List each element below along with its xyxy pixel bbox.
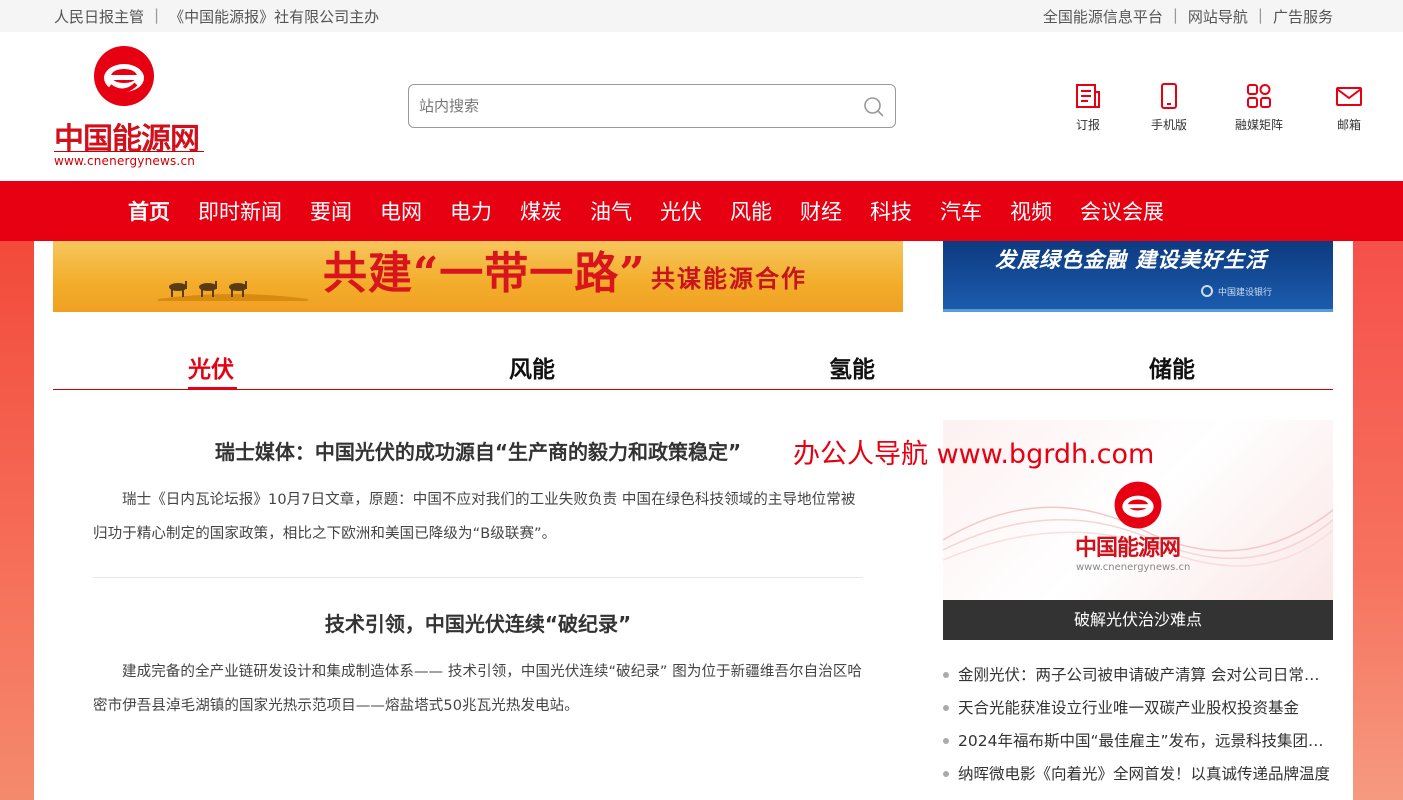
top-bar-supervisor: 人民日报主管: [54, 8, 145, 26]
article-title[interactable]: 技术引领，中国光伏连续“破纪录”: [93, 608, 863, 637]
promo-logo-url: www.cnenergynews.cn: [1076, 562, 1191, 573]
logo-url: www.cnenergynews.cn: [54, 151, 204, 168]
article-summary: 瑞士《日内瓦论坛报》10月7日文章，原题：中国不应对我们的工业失败负责 中国在绿…: [93, 492, 856, 542]
banner-title: 发展绿色金融 建设美好生活: [995, 248, 1268, 272]
tab-storage[interactable]: 储能: [1149, 350, 1195, 384]
nav-item-video[interactable]: 视频: [1010, 196, 1052, 226]
nav-item-conferences[interactable]: 会议会展: [1080, 196, 1164, 226]
bank-logo-icon: [1201, 285, 1213, 297]
search-icon[interactable]: [863, 96, 885, 118]
tool-label: 邮箱: [1336, 118, 1361, 132]
search-box: [408, 84, 896, 128]
tool-label: 手机版: [1150, 118, 1187, 132]
news-item[interactable]: 2024年福布斯中国“最佳雇主”发布，远景科技集团入选: [943, 726, 1333, 759]
divider: |: [1257, 6, 1263, 24]
nav-item-grid[interactable]: 电网: [380, 196, 422, 226]
tool-mobile[interactable]: 手机版: [1124, 82, 1214, 133]
tool-mailbox[interactable]: 邮箱: [1304, 82, 1394, 133]
nav-list: 首页 即时新闻 要闻 电网 电力 煤炭 油气 光伏 风能 财经 科技 汽车 视频…: [114, 181, 1178, 241]
watermark-text: 办公人导航 www.bgrdh.com: [793, 439, 1155, 470]
link-ad-service[interactable]: 广告服务: [1273, 6, 1333, 27]
divider: |: [1172, 6, 1178, 24]
mobile-icon: [1161, 83, 1177, 109]
side-decoration-left: [0, 241, 34, 800]
tool-label: 订报: [1075, 118, 1100, 132]
promo-logo-text: 中国能源网: [1075, 535, 1181, 561]
top-bar-right: 全国能源信息平台 | 网站导航 | 广告服务: [1043, 6, 1333, 27]
article-item: 瑞士媒体：中国光伏的成功源自“生产商的毅力和政策稳定” 瑞士《日内瓦论坛报》10…: [93, 436, 863, 551]
top-bar-sponsor: 《中国能源报》社有限公司主办: [169, 8, 380, 26]
banner-title: 共建“一带一路”: [323, 248, 646, 299]
article-summary: 建成完备的全产业链研发设计和集成制造体系—— 技术引领，中国光伏连续“破纪录” …: [93, 664, 863, 714]
nav-item-oil-gas[interactable]: 油气: [590, 196, 632, 226]
nav-item-finance[interactable]: 财经: [800, 196, 842, 226]
article-divider: [93, 577, 863, 578]
logo-e-icon: [94, 46, 154, 106]
nav-item-home[interactable]: 首页: [128, 196, 170, 226]
mail-icon: [1336, 87, 1362, 106]
nav-item-headlines[interactable]: 要闻: [310, 196, 352, 226]
belt-road-banner[interactable]: 共建“一带一路” 共谋能源合作: [53, 241, 903, 312]
top-bar: 人民日报主管 | 《中国能源报》社有限公司主办 全国能源信息平台 | 网站导航 …: [0, 0, 1403, 32]
nav-item-instant-news[interactable]: 即时新闻: [198, 196, 282, 226]
tool-subscribe[interactable]: 订报: [1066, 82, 1110, 133]
bank-name: 中国建设银行: [1218, 288, 1273, 298]
nav-item-auto[interactable]: 汽车: [940, 196, 982, 226]
tab-wind[interactable]: 风能: [509, 350, 555, 384]
newspaper-icon: [1076, 84, 1100, 108]
article-item: 技术引领，中国光伏连续“破纪录” 建成完备的全产业链研发设计和集成制造体系—— …: [93, 608, 863, 723]
news-item[interactable]: 天合光能获准设立行业唯一双碳产业股权投资基金: [943, 693, 1333, 726]
header: 中国能源网 www.cnenergynews.cn 订报 手机版: [0, 32, 1403, 181]
tool-media-matrix[interactable]: 融媒矩阵: [1214, 82, 1304, 133]
promo-caption[interactable]: 破解光伏治沙难点: [943, 600, 1333, 640]
news-item[interactable]: 纳晖微电影《向着光》全网首发！以真诚传递品牌温度: [943, 759, 1333, 792]
site-logo[interactable]: 中国能源网 www.cnenergynews.cn: [54, 44, 204, 169]
news-list: 金刚光伏：两子公司被申请破产清算 会对公司日常经营产生影响 天合光能获准设立行业…: [943, 660, 1333, 792]
nav-item-solar[interactable]: 光伏: [660, 196, 702, 226]
topic-tabs: 光伏 风能 氢能 储能: [53, 340, 1333, 390]
ccb-green-finance-banner[interactable]: 发展绿色金融 建设美好生活 中国建设银行: [943, 241, 1333, 312]
header-tools: 订报 手机版 融媒矩阵 邮箱: [1066, 82, 1394, 133]
active-tab-indicator: [188, 387, 237, 390]
main-nav: 首页 即时新闻 要闻 电网 电力 煤炭 油气 光伏 风能 财经 科技 汽车 视频…: [0, 181, 1403, 241]
tab-hydrogen[interactable]: 氢能: [829, 350, 875, 384]
search-input[interactable]: [419, 93, 839, 119]
nav-item-tech[interactable]: 科技: [870, 196, 912, 226]
article-title[interactable]: 瑞士媒体：中国光伏的成功源自“生产商的毅力和政策稳定”: [93, 436, 863, 465]
nav-item-power[interactable]: 电力: [450, 196, 492, 226]
nav-item-wind[interactable]: 风能: [730, 196, 772, 226]
matrix-icon: [1247, 84, 1271, 108]
banner-subtitle: 共谋能源合作: [651, 265, 807, 293]
side-decoration-right: [1353, 241, 1403, 800]
camel-caravan-icon: [158, 281, 308, 301]
top-bar-left: 人民日报主管 | 《中国能源报》社有限公司主办: [54, 6, 379, 27]
divider: |: [154, 6, 160, 24]
nav-item-coal[interactable]: 煤炭: [520, 196, 562, 226]
link-site-nav[interactable]: 网站导航: [1188, 6, 1248, 27]
link-energy-platform[interactable]: 全国能源信息平台: [1043, 6, 1163, 27]
logo-e-icon: [1114, 481, 1162, 529]
tool-label: 融媒矩阵: [1234, 118, 1283, 132]
news-item[interactable]: 金刚光伏：两子公司被申请破产清算 会对公司日常经营产生影响: [943, 660, 1333, 693]
tab-solar[interactable]: 光伏: [188, 350, 234, 384]
